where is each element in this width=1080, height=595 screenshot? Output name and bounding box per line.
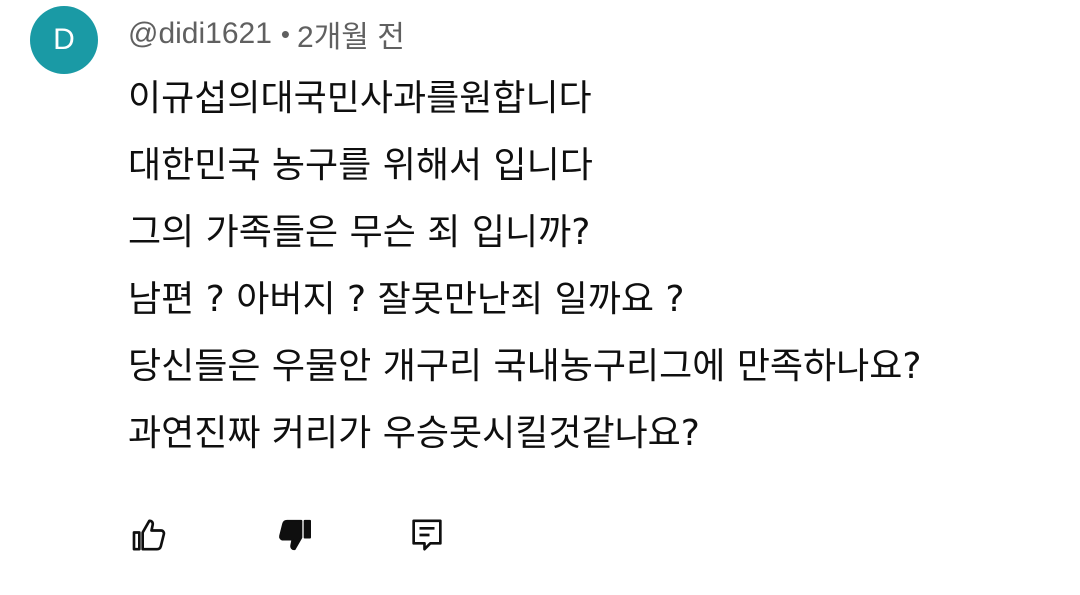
comment-line-4: 남편 ? 아버지 ? 잘못만난죄 일까요 ? [128, 279, 685, 320]
comment-icon [412, 519, 442, 551]
thumbs-up-icon [132, 519, 166, 551]
comment-item: D @didi1621 • 2개월 전 이규섭의대국민사과를원합니다 대한민국 … [0, 0, 1080, 595]
separator-dot: • [280, 18, 291, 49]
reply-button[interactable] [402, 510, 452, 560]
comment-line-1: 이규섭의대국민사과를원합니다 [128, 78, 592, 119]
dislike-button[interactable] [270, 510, 320, 560]
avatar-letter: D [53, 23, 75, 56]
comment-line-3: 그의 가족들은 무슨 죄 입니까? [128, 212, 591, 253]
comment-header: @didi1621 • 2개월 전 [128, 12, 405, 56]
comment-timestamp[interactable]: 2개월 전 [297, 12, 405, 56]
thumbs-down-icon [279, 519, 311, 551]
like-button[interactable] [124, 510, 174, 560]
comment-line-6: 과연진짜 커리가 우승못시킬것같나요? [128, 413, 700, 454]
comment-line-2: 대한민국 농구를 위해서 입니다 [128, 145, 593, 186]
comment-text: 이규섭의대국민사과를원합니다 대한민국 농구를 위해서 입니다 그의 가족들은 … [128, 72, 1068, 474]
avatar[interactable]: D [30, 6, 98, 74]
author-name[interactable]: @didi1621 [128, 17, 272, 51]
comment-line-5: 당신들은 우물안 개구리 국내농구리그에 만족하나요? [128, 346, 922, 387]
